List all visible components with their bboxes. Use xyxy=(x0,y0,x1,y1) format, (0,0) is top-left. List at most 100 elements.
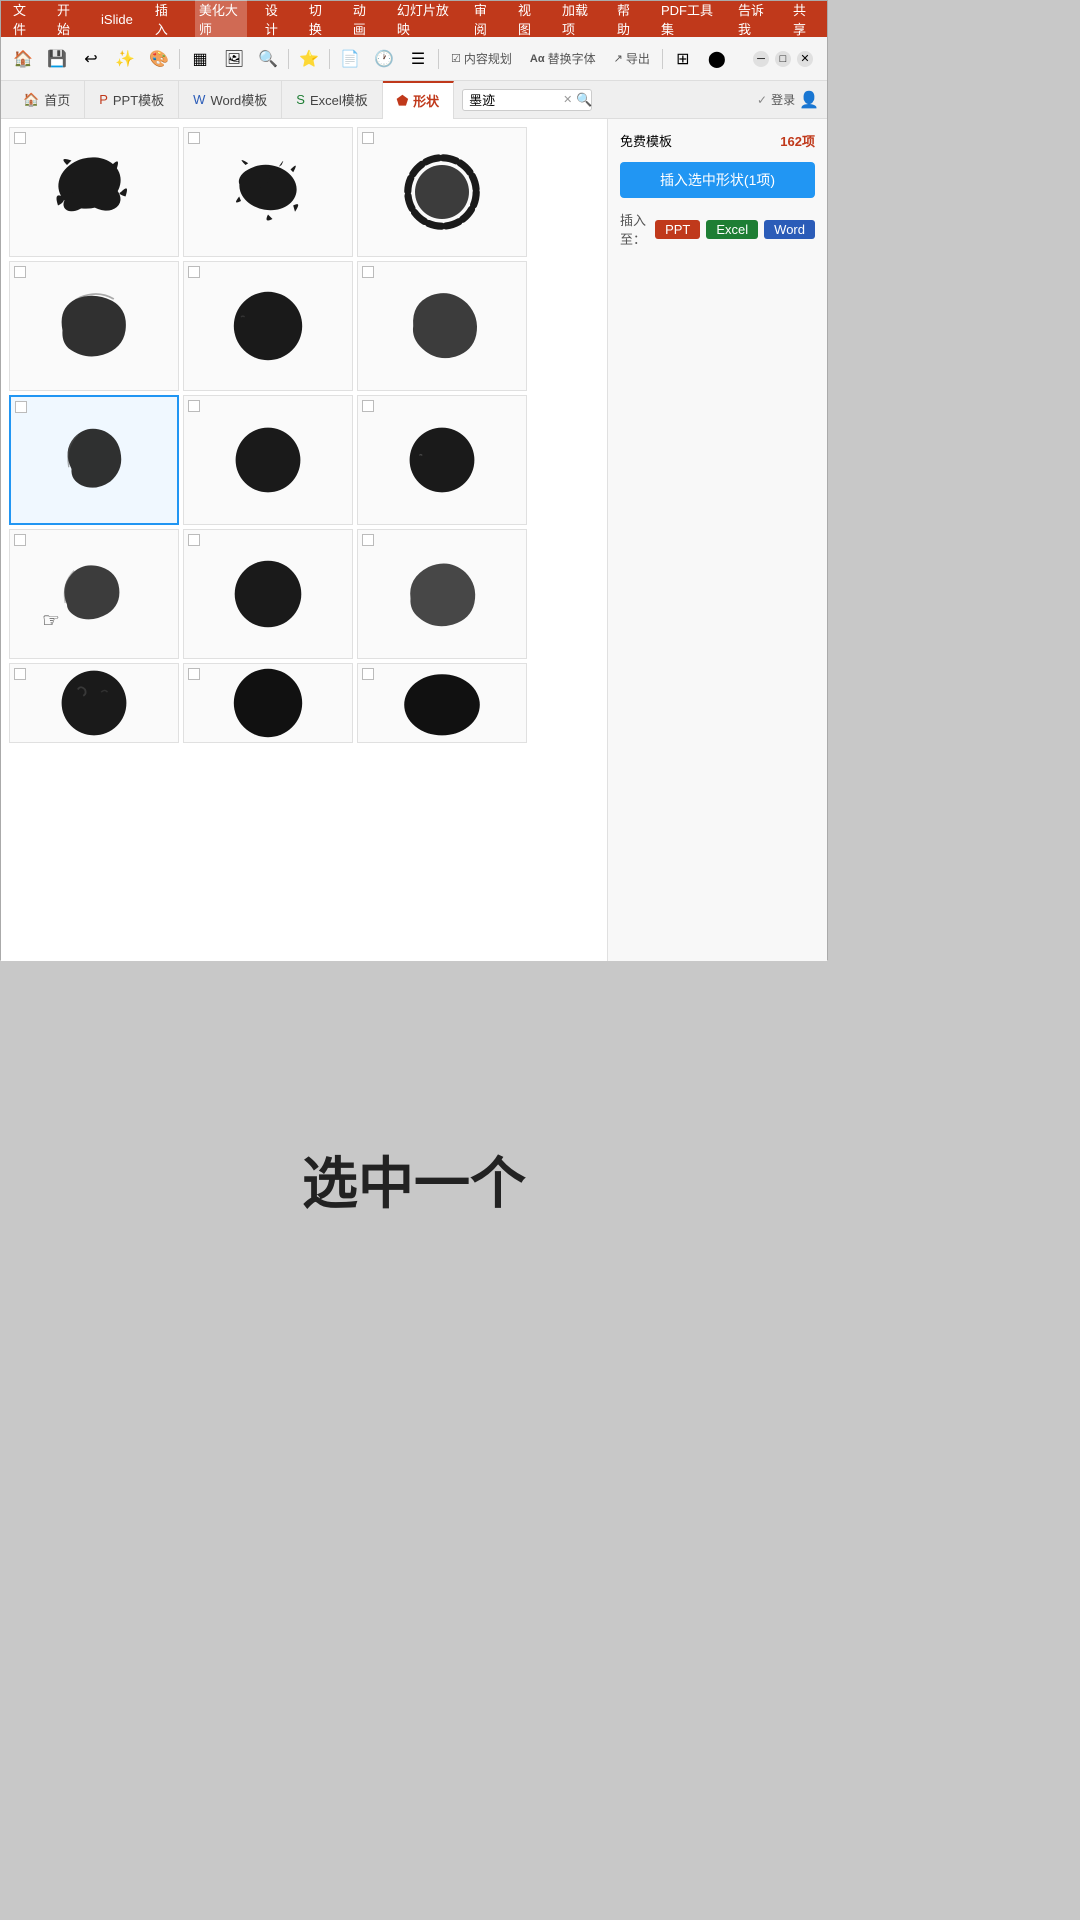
toolbar-layout-icon[interactable]: ▦ xyxy=(186,45,214,73)
toolbar-format-icon[interactable]: 🎨 xyxy=(145,45,173,73)
ink-oval-outline-shape xyxy=(397,549,487,639)
shape-cell-r3c1[interactable] xyxy=(9,395,179,525)
login-label[interactable]: 登录 xyxy=(771,91,795,108)
shape-cell-r2c3[interactable] xyxy=(357,261,527,391)
toolbar-image-icon[interactable]: 🖼 xyxy=(220,45,248,73)
search-icon[interactable]: 🔍 xyxy=(576,92,592,108)
tab-home[interactable]: 🏠 首页 xyxy=(9,81,85,119)
ink-circle-rough2-shape xyxy=(397,281,487,371)
grid-row-1 xyxy=(9,127,599,257)
shape-cell-r2c2[interactable] xyxy=(183,261,353,391)
tab-shapes[interactable]: ⬟ 形状 xyxy=(383,81,454,119)
right-panel: 免费模板 162项 插入选中形状(1项) 插入至： PPT Excel Word xyxy=(607,119,827,961)
ink-circle-texture-shape xyxy=(49,658,139,748)
tab-ppt-template[interactable]: P PPT模板 xyxy=(85,81,179,119)
toolbar-home-icon[interactable]: 🏠 xyxy=(9,45,37,73)
toolbar-list-icon[interactable]: ☰ xyxy=(404,45,432,73)
toolbar-export[interactable]: ↗ 导出 xyxy=(608,48,656,69)
shape-cell-r3c3[interactable] xyxy=(357,395,527,525)
excel-icon: S xyxy=(296,92,305,107)
ink-brush-circle-shape xyxy=(49,415,139,505)
toolbar-content-plan[interactable]: ☑ 内容规划 xyxy=(445,48,518,69)
cell-checkbox[interactable] xyxy=(362,400,374,412)
menu-share[interactable]: 共享 xyxy=(789,0,819,40)
shape-cell-r4c2[interactable] xyxy=(183,529,353,659)
menu-file[interactable]: 文件 xyxy=(9,0,39,40)
insert-to-ppt-button[interactable]: PPT xyxy=(655,220,700,239)
cell-checkbox[interactable] xyxy=(362,534,374,546)
search-input[interactable] xyxy=(469,92,559,107)
menu-review[interactable]: 审阅 xyxy=(470,0,500,40)
cell-checkbox[interactable] xyxy=(362,132,374,144)
toolbar-page-icon[interactable]: 📄 xyxy=(336,45,364,73)
menu-beautify[interactable]: 美化大师 xyxy=(195,0,247,40)
toolbar-clock-icon[interactable]: 🕐 xyxy=(370,45,398,73)
toolbar-save-icon[interactable]: 💾 xyxy=(43,45,71,73)
cell-checkbox[interactable] xyxy=(188,668,200,680)
cell-checkbox[interactable] xyxy=(362,668,374,680)
menu-pdf[interactable]: PDF工具集 xyxy=(657,0,720,40)
cell-checkbox[interactable] xyxy=(188,132,200,144)
user-avatar[interactable]: 👤 xyxy=(799,90,819,110)
insert-to-label: 插入至： xyxy=(620,210,649,248)
toolbar-circle-icon[interactable]: ⬤ xyxy=(703,45,731,73)
shape-cell-r4c3[interactable] xyxy=(357,529,527,659)
toolbar-grid-icon[interactable]: ⊞ xyxy=(669,45,697,73)
shape-cell-r2c1[interactable] xyxy=(9,261,179,391)
toolbar: 🏠 💾 ↩ ✨ 🎨 ▦ 🖼 🔍 ⭐ 📄 🕐 ☰ ☑ 内容规划 Aα 替换字体 ↗… xyxy=(1,37,827,81)
menu-tell[interactable]: 告诉我 xyxy=(734,0,775,40)
shape-cell-r3c2[interactable] xyxy=(183,395,353,525)
shape-cell-r5c1[interactable] xyxy=(9,663,179,743)
shape-cell-r1c3[interactable] xyxy=(357,127,527,257)
menu-animation[interactable]: 动画 xyxy=(349,0,379,40)
shape-cell-r5c2[interactable] xyxy=(183,663,353,743)
ink-circle-outline-shape xyxy=(397,147,487,237)
main-content: 免费模板 162项 插入选中形状(1项) 插入至： PPT Excel Word xyxy=(1,119,827,961)
maximize-button[interactable]: □ xyxy=(775,51,791,67)
tab-bar: 🏠 首页 P PPT模板 W Word模板 S Excel模板 ⬟ 形状 ✕ 🔍 xyxy=(1,81,827,119)
toolbar-redo-icon[interactable]: ✨ xyxy=(111,45,139,73)
toolbar-undo-icon[interactable]: ↩ xyxy=(77,45,105,73)
cell-checkbox[interactable] xyxy=(188,400,200,412)
login-area[interactable]: ✓ 登录 👤 xyxy=(757,90,819,110)
cell-checkbox[interactable] xyxy=(15,401,27,413)
cell-checkbox[interactable] xyxy=(14,132,26,144)
bottom-caption: 选中一个 xyxy=(0,1139,828,1220)
menu-view[interactable]: 视图 xyxy=(514,0,544,40)
toolbar-replace-font[interactable]: Aα 替换字体 xyxy=(524,48,602,69)
menu-islide[interactable]: iSlide xyxy=(97,10,137,29)
toolbar-search-icon[interactable]: 🔍 xyxy=(254,45,282,73)
insert-to-word-button[interactable]: Word xyxy=(764,220,815,239)
insert-to-excel-button[interactable]: Excel xyxy=(706,220,758,239)
menu-design[interactable]: 设计 xyxy=(261,0,291,40)
insert-button[interactable]: 插入选中形状(1项) xyxy=(620,162,815,198)
shape-cell-r5c3[interactable] xyxy=(357,663,527,743)
cell-checkbox[interactable] xyxy=(14,534,26,546)
ink-oval-dark-shape xyxy=(397,658,487,748)
tab-excel-template[interactable]: S Excel模板 xyxy=(282,81,382,119)
shape-cell-r1c1[interactable] xyxy=(9,127,179,257)
menu-help[interactable]: 帮助 xyxy=(613,0,643,40)
shape-cell-r1c2[interactable] xyxy=(183,127,353,257)
cell-checkbox[interactable] xyxy=(362,266,374,278)
toolbar-separator2 xyxy=(288,49,289,69)
word-icon: W xyxy=(193,92,205,107)
grid-row-2 xyxy=(9,261,599,391)
menu-start[interactable]: 开始 xyxy=(53,0,83,40)
cell-checkbox[interactable] xyxy=(14,668,26,680)
cell-checkbox[interactable] xyxy=(188,534,200,546)
close-button[interactable]: ✕ xyxy=(797,51,813,67)
menu-addins[interactable]: 加载项 xyxy=(558,0,599,40)
menu-insert[interactable]: 插入 xyxy=(151,0,181,40)
insert-to-row: 插入至： PPT Excel Word xyxy=(620,210,815,248)
menu-switch[interactable]: 切换 xyxy=(305,0,335,40)
cell-checkbox[interactable] xyxy=(188,266,200,278)
cell-checkbox[interactable] xyxy=(14,266,26,278)
tab-word-template[interactable]: W Word模板 xyxy=(179,81,282,119)
toolbar-separator5 xyxy=(662,49,663,69)
menu-slideshow[interactable]: 幻灯片放映 xyxy=(393,0,456,40)
minimize-button[interactable]: ─ xyxy=(753,51,769,67)
shape-cell-r4c1[interactable] xyxy=(9,529,179,659)
clear-search-icon[interactable]: ✕ xyxy=(563,93,572,106)
toolbar-star-icon[interactable]: ⭐ xyxy=(295,45,323,73)
